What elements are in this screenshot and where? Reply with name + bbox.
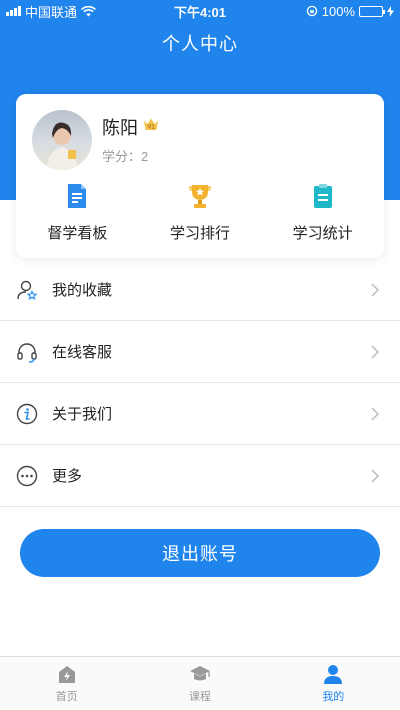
menu-label-about-us: 关于我们 — [52, 406, 113, 423]
battery-percent: 100% — [321, 3, 355, 19]
page-title: 个人中心 — [162, 34, 238, 54]
statistics-icon — [313, 184, 332, 208]
profile-card: 陈阳 V1 学分：2 督学看板 学习排行 学习统计 — [16, 94, 384, 258]
tab-home[interactable]: 首页 — [0, 657, 133, 710]
dashboard-label: 督学看板 — [47, 225, 108, 242]
menu-label-favorites: 我的收藏 — [52, 282, 113, 299]
dashboard-button[interactable]: 督学看板 — [16, 182, 139, 243]
chevron-right-icon — [371, 406, 380, 421]
home-icon — [58, 666, 75, 683]
chevron-right-icon — [371, 282, 380, 297]
tab-courses[interactable]: 课程 — [133, 657, 266, 710]
wifi-icon — [81, 5, 96, 16]
chevron-right-icon — [371, 468, 380, 483]
credit-value: 2 — [141, 149, 149, 164]
signal-icon — [6, 6, 21, 16]
menu-list: 我的收藏 在线客服 关于我们 更多 — [0, 259, 400, 507]
tab-label-mine: 我的 — [322, 691, 345, 703]
logout-button[interactable]: 退出账号 — [20, 529, 380, 577]
avatar[interactable] — [32, 110, 92, 170]
menu-label-more: 更多 — [52, 468, 83, 485]
menu-label-customer-service: 在线客服 — [52, 344, 113, 361]
chevron-right-icon — [371, 344, 380, 359]
tab-label-courses: 课程 — [188, 691, 211, 703]
info-icon — [16, 403, 38, 425]
trophy-icon — [189, 185, 211, 208]
vip-crown-icon: V1 — [144, 118, 158, 131]
ranking-label: 学习排行 — [170, 225, 231, 242]
ranking-button[interactable]: 学习排行 — [139, 182, 262, 243]
battery-icon — [359, 5, 385, 17]
headset-icon — [16, 341, 38, 363]
credit-info: 学分：2 — [102, 146, 148, 165]
menu-item-favorites[interactable]: 我的收藏 — [0, 259, 400, 321]
quick-actions: 督学看板 学习排行 学习统计 — [16, 182, 384, 243]
tab-label-home: 首页 — [55, 691, 78, 703]
more-icon — [16, 465, 38, 487]
person-icon — [324, 665, 343, 684]
menu-item-about-us[interactable]: 关于我们 — [0, 383, 400, 445]
status-bar: 中国联通 下午4:01 100% — [0, 0, 400, 22]
tab-bar: 首页 课程 我的 — [0, 656, 400, 710]
dashboard-icon — [68, 184, 87, 208]
menu-item-customer-service[interactable]: 在线客服 — [0, 321, 400, 383]
tab-mine[interactable]: 我的 — [267, 657, 400, 710]
user-star-icon — [16, 279, 38, 301]
statistics-button[interactable]: 学习统计 — [261, 182, 384, 243]
avatar-photo — [46, 122, 78, 170]
rotation-lock-icon — [306, 5, 317, 17]
carrier-name: 中国联通 — [25, 4, 78, 20]
vip-level-text: V1 — [147, 125, 155, 131]
user-name: 陈阳 — [102, 118, 138, 138]
graduation-cap-icon — [189, 666, 210, 681]
statistics-label: 学习统计 — [292, 225, 353, 242]
credit-label: 学分： — [102, 149, 142, 164]
charging-icon — [387, 5, 394, 17]
menu-item-more[interactable]: 更多 — [0, 445, 400, 507]
